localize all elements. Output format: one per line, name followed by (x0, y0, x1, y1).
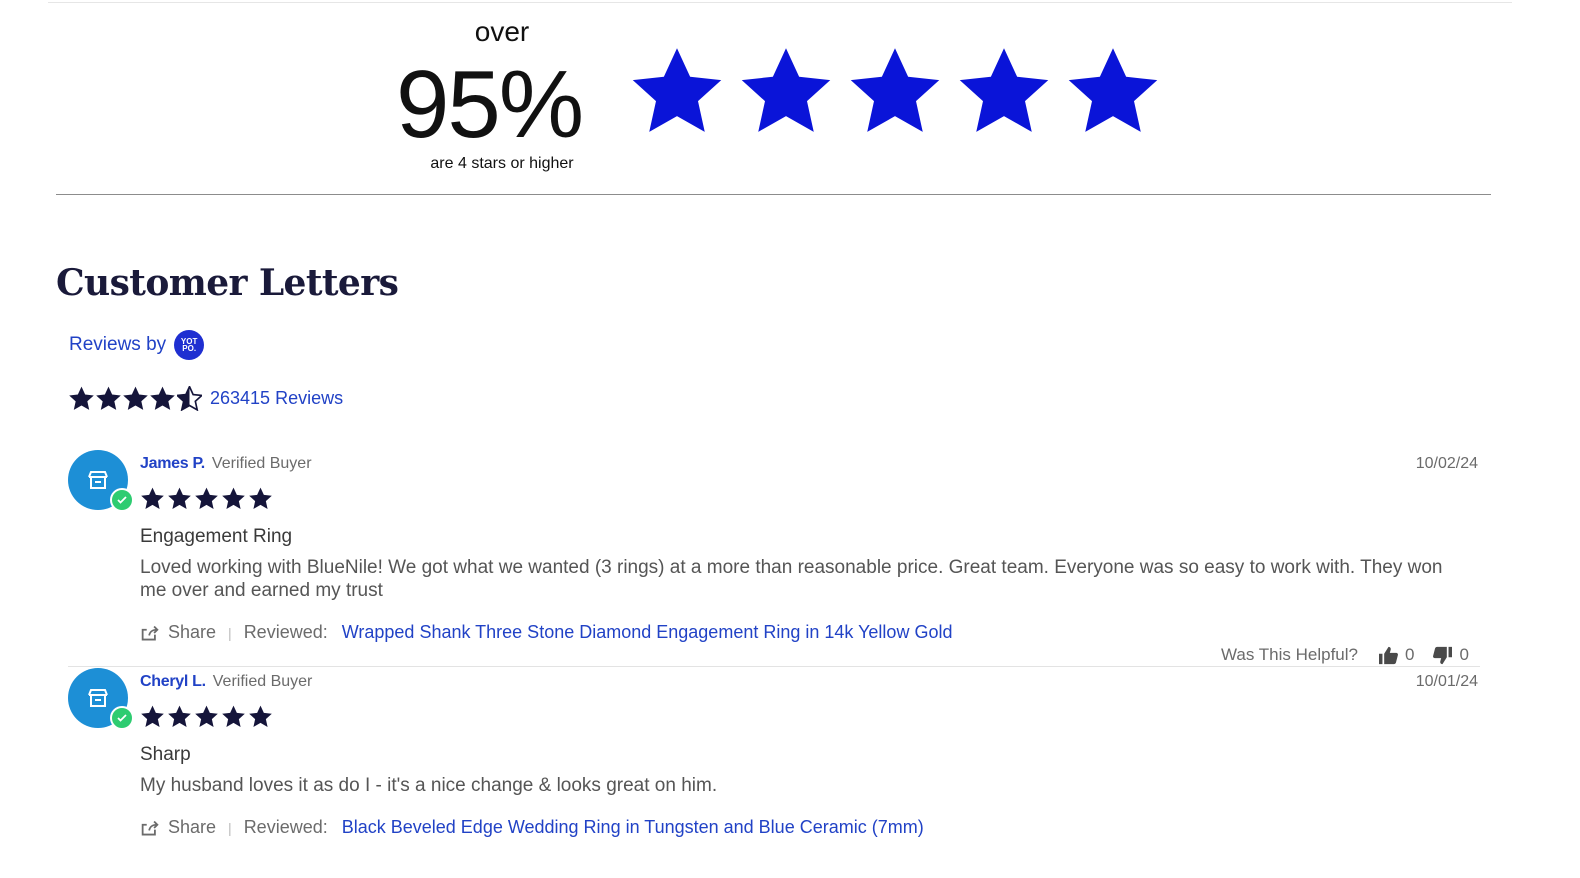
star-icon (168, 487, 191, 509)
review-body: My husband loves it as do I - it's a nic… (140, 775, 718, 796)
helpful-votes: Was This Helpful? 0 0 (1221, 645, 1469, 665)
percent-caption: are 4 stars or higher (430, 155, 574, 172)
average-rating-stars (69, 386, 202, 411)
star-icon (1068, 48, 1158, 132)
star-icon (141, 487, 164, 509)
thumbs-up-icon (1379, 646, 1398, 664)
review-date: 10/02/24 (1415, 455, 1478, 472)
share-label: Share (168, 817, 217, 837)
star-icon (222, 705, 245, 727)
store-icon (88, 689, 108, 707)
thumbs-down-icon (1433, 646, 1453, 664)
review-title: Engagement Ring (140, 526, 293, 547)
reviewed-label: Reviewed: (243, 817, 328, 837)
reviewed-label: Reviewed: (243, 622, 328, 642)
review-count-link[interactable]: 263415 Reviews (210, 388, 343, 409)
verified-badge-icon (110, 706, 134, 730)
upvote-button[interactable]: 0 (1378, 645, 1414, 665)
meta-separator: | (228, 819, 232, 836)
upvote-count: 0 (1405, 645, 1415, 664)
downvote-button[interactable]: 0 (1432, 645, 1469, 665)
verified-buyer-label: Verified Buyer (212, 673, 313, 690)
section-heading: Customer Letters (56, 262, 399, 304)
share-label: Share (168, 622, 217, 642)
reviewer-line: James P. Verified Buyer (140, 455, 312, 473)
star-icon (123, 386, 148, 410)
big-star-row (632, 46, 1158, 136)
review-date: 10/01/24 (1415, 673, 1478, 690)
reviewer-line: Cheryl L. Verified Buyer (140, 673, 312, 691)
review-rating-stars (141, 705, 272, 728)
star-icon (150, 386, 175, 410)
helpful-label: Was This Helpful? (1221, 645, 1358, 664)
star-icon (959, 48, 1049, 132)
star-icon (632, 48, 722, 132)
percent-value: 95% (396, 51, 584, 158)
star-icon (249, 487, 272, 509)
review-meta: Share | Reviewed: Wrapped Shank Three St… (140, 622, 952, 643)
check-icon (117, 496, 127, 504)
star-icon (249, 705, 272, 727)
share-button[interactable]: Share (140, 622, 216, 643)
rating-summary: 263415 Reviews (69, 386, 343, 411)
review-title: Sharp (140, 744, 191, 765)
check-icon (117, 714, 127, 722)
reviewer-name: James P. (140, 455, 205, 472)
meta-separator: | (228, 624, 232, 641)
verified-badge-icon (110, 488, 134, 512)
review-avatar (68, 668, 134, 730)
reviewed-product-link[interactable]: Wrapped Shank Three Stone Diamond Engage… (342, 622, 953, 643)
half-star-icon (177, 386, 202, 411)
top-divider (48, 2, 1512, 3)
verified-buyer-label: Verified Buyer (211, 455, 312, 472)
share-button[interactable]: Share (140, 817, 216, 838)
downvote-count: 0 (1459, 645, 1469, 664)
store-icon (88, 471, 108, 489)
over-label: over (474, 16, 530, 47)
reviewer-name: Cheryl L. (140, 673, 206, 690)
review-divider (68, 666, 1480, 667)
star-icon (222, 487, 245, 509)
review-body: Loved working with BlueNile! We got what… (140, 557, 1443, 601)
star-icon (168, 705, 191, 727)
star-icon (96, 386, 121, 410)
star-icon (850, 48, 940, 132)
share-icon (141, 625, 159, 640)
review-meta: Share | Reviewed: Black Beveled Edge Wed… (140, 817, 924, 838)
reviews-by-link[interactable]: Reviews by YOT PO. (69, 330, 205, 360)
star-icon (741, 48, 831, 132)
yotpo-logo: YOT PO. (174, 330, 205, 360)
section-divider (56, 194, 1491, 195)
share-icon (141, 820, 159, 835)
review-avatar (68, 450, 134, 512)
reviewed-product-link[interactable]: Black Beveled Edge Wedding Ring in Tungs… (342, 817, 924, 838)
star-icon (195, 487, 218, 509)
star-icon (195, 705, 218, 727)
star-icon (141, 705, 164, 727)
review-rating-stars (141, 487, 272, 510)
reviews-by-label: Reviews by (69, 334, 167, 355)
star-icon (69, 386, 94, 410)
